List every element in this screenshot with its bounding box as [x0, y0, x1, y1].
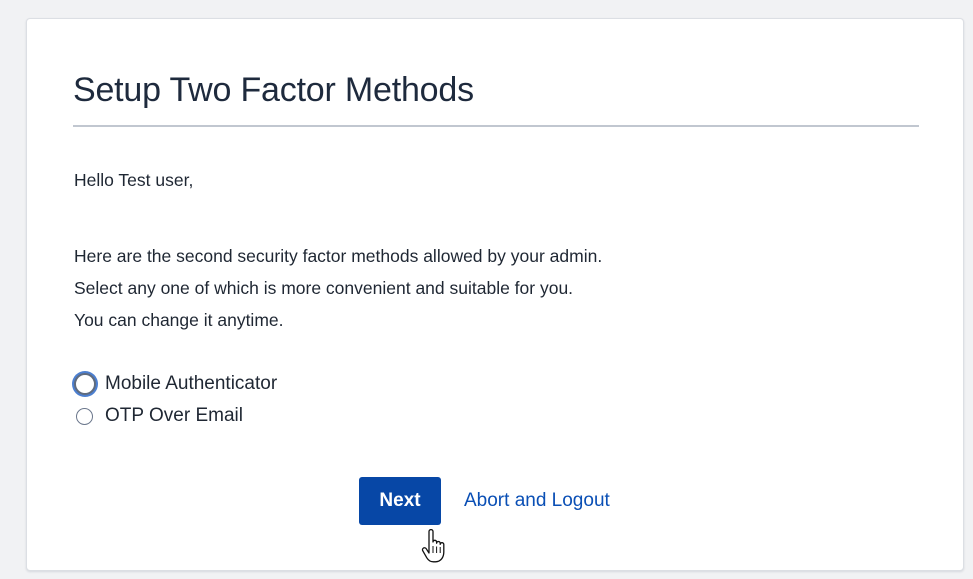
method-radio-group: Mobile Authenticator OTP Over Email: [73, 368, 277, 432]
intro-line: You can change it anytime.: [74, 310, 284, 330]
action-bar: Next Abort and Logout: [359, 477, 610, 525]
mobile-authenticator-label[interactable]: Mobile Authenticator: [105, 373, 277, 395]
setup-card: Setup Two Factor Methods Hello Test user…: [26, 18, 964, 571]
page-title: Setup Two Factor Methods: [73, 71, 474, 109]
greeting-text: Hello Test user,: [74, 170, 194, 190]
otp-over-email-label[interactable]: OTP Over Email: [105, 405, 243, 427]
otp-over-email-radio[interactable]: [76, 407, 93, 425]
abort-and-logout-link[interactable]: Abort and Logout: [464, 490, 610, 512]
method-option-mobile-authenticator[interactable]: Mobile Authenticator: [73, 368, 277, 400]
next-button[interactable]: Next: [359, 477, 441, 525]
mobile-authenticator-radio[interactable]: [73, 373, 96, 395]
intro-line: Here are the second security factor meth…: [74, 246, 603, 266]
title-divider: [73, 125, 919, 127]
intro-line: Select any one of which is more convenie…: [74, 278, 574, 298]
method-option-otp-over-email[interactable]: OTP Over Email: [76, 400, 277, 432]
intro-text: Here are the second security factor meth…: [74, 240, 602, 336]
hand-pointer-icon: [421, 529, 445, 563]
